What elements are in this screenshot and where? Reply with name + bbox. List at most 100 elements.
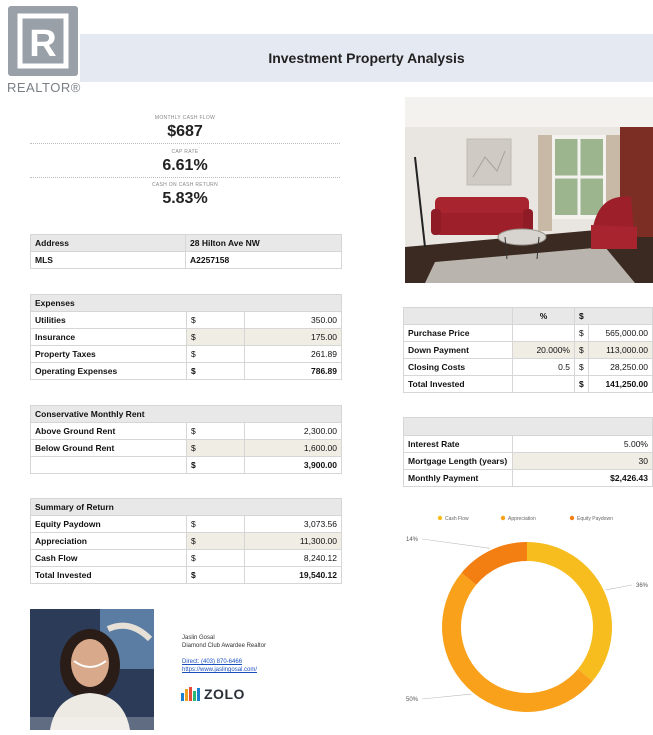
table-cell-label: Property Taxes xyxy=(30,345,187,363)
legend-marker xyxy=(437,515,443,521)
agent-website-link[interactable]: https://www.jaslingosal.com/ xyxy=(182,666,266,674)
table-cell-pct: 20.000% xyxy=(512,341,575,359)
table-cell-value: 786.89 xyxy=(244,362,342,380)
table-cell-label: Total Invested xyxy=(30,566,187,584)
table-cell-currency: $ xyxy=(186,345,245,363)
table-cell-value: 350.00 xyxy=(244,311,342,329)
table-cell-value: 28 Hilton Ave NW xyxy=(185,234,342,252)
table-cell-label: Purchase Price xyxy=(403,324,513,342)
table-cell-value: 30 xyxy=(512,452,653,470)
table-cell-value: 8,240.12 xyxy=(244,549,342,567)
table-cell-label: Cash Flow xyxy=(30,549,187,567)
divider xyxy=(30,143,340,144)
table-cell-label: Below Ground Rent xyxy=(30,439,187,457)
rent-table: Conservative Monthly Rent Above Ground R… xyxy=(30,405,342,474)
table-row: Insurance $ 175.00 xyxy=(30,328,342,346)
table-cell-pct xyxy=(512,375,575,393)
kpi-label: CAP RATE xyxy=(171,149,199,155)
table-cell-label: Monthly Payment xyxy=(403,469,513,487)
mortgage-table: Interest Rate 5.00% Mortgage Length (yea… xyxy=(403,417,653,487)
realtor-logo: R REALTOR® xyxy=(4,6,82,95)
table-cell-pct: 0.5 xyxy=(512,358,575,376)
table-row: Interest Rate 5.00% xyxy=(403,435,653,453)
table-cell-currency: $ xyxy=(186,311,245,329)
table-cell-value: 261.89 xyxy=(244,345,342,363)
divider xyxy=(30,177,340,178)
kpi-label: CASH ON CASH RETURN xyxy=(152,182,218,188)
table-cell-currency: $ xyxy=(574,358,589,376)
table-cell-currency: $ xyxy=(186,532,245,550)
kpi-value: 6.61% xyxy=(162,157,208,174)
kpi-cash-on-cash-return: CASH ON CASH RETURN 5.83% xyxy=(30,182,340,208)
table-header-dollar: $ xyxy=(574,307,653,325)
table-cell-currency: $ xyxy=(574,375,589,393)
page-title: Investment Property Analysis xyxy=(268,50,465,66)
agent-title: Diamond Club Awardee Realtor xyxy=(182,643,266,649)
table-row: Down Payment 20.000% $ 113,000.00 xyxy=(403,341,653,359)
leader-line xyxy=(605,584,633,591)
table-row: Above Ground Rent $ 2,300.00 xyxy=(30,422,342,440)
table-cell-currency: $ xyxy=(186,566,245,584)
svg-text:R: R xyxy=(29,23,56,65)
table-cell-label: Mortgage Length (years) xyxy=(403,452,513,470)
table-header: % $ xyxy=(403,307,653,325)
table-cell-value: 5.00% xyxy=(512,435,653,453)
table-cell-label xyxy=(30,456,187,474)
agent-name: Jaslin Gosal xyxy=(182,635,215,641)
agent-info: Jaslin Gosal Diamond Club Awardee Realto… xyxy=(182,634,266,674)
page-header: Investment Property Analysis xyxy=(80,34,653,82)
table-cell-pct xyxy=(512,324,575,342)
table-cell-label: Closing Costs xyxy=(403,358,513,376)
table-row: Mortgage Length (years) 30 xyxy=(403,452,653,470)
table-cell-label: Operating Expenses xyxy=(30,362,187,380)
property-photo xyxy=(405,97,653,283)
legend-marker xyxy=(500,515,506,521)
kpi-cap-rate: CAP RATE 6.61% xyxy=(30,149,340,175)
donut-slice-cash-flow xyxy=(527,542,612,682)
table-header xyxy=(403,417,653,436)
table-row: Property Taxes $ 261.89 xyxy=(30,345,342,363)
table-cell-label: Appreciation xyxy=(30,532,187,550)
table-cell-value: 1,600.00 xyxy=(244,439,342,457)
table-row: Equity Paydown $ 3,073.56 xyxy=(30,515,342,533)
agent-photo xyxy=(30,609,154,730)
table-cell-value: 3,073.56 xyxy=(244,515,342,533)
table-cell-value: A2257158 xyxy=(185,251,342,269)
expenses-table: Expenses Utilities $ 350.00 Insurance $ … xyxy=(30,294,342,380)
kpi-label: MONTHLY CASH FLOW xyxy=(154,115,216,121)
table-cell-value: 28,250.00 xyxy=(588,358,653,376)
table-row: Appreciation $ 11,300.00 xyxy=(30,532,342,550)
table-cell-value: 141,250.00 xyxy=(588,375,653,393)
table-row: Operating Expenses $ 786.89 xyxy=(30,362,342,380)
table-row: Monthly Payment $2,426.43 xyxy=(403,469,653,487)
table-title: Conservative Monthly Rent xyxy=(30,405,342,423)
realtor-wordmark: REALTOR® xyxy=(7,80,81,95)
kpi-value: $687 xyxy=(167,123,203,140)
table-cell-value: 175.00 xyxy=(244,328,342,346)
table-header: Expenses xyxy=(30,294,342,312)
table-title: Summary of Return xyxy=(30,498,342,516)
table-cell-currency: $ xyxy=(574,341,589,359)
table-cell-label: Above Ground Rent xyxy=(30,422,187,440)
table-header-pct: % xyxy=(512,307,575,325)
table-cell-empty xyxy=(403,417,653,436)
table-cell-currency: $ xyxy=(186,456,245,474)
table-row: Purchase Price $ 565,000.00 xyxy=(403,324,653,342)
table-cell-value: 19,540.12 xyxy=(244,566,342,584)
table-row: Total Invested $ 141,250.00 xyxy=(403,375,653,393)
table-cell-label: Interest Rate xyxy=(403,435,513,453)
table-cell-currency: $ xyxy=(186,362,245,380)
table-cell-label: Insurance xyxy=(30,328,187,346)
purchase-table: % $ Purchase Price $ 565,000.00 Down Pay… xyxy=(403,307,653,393)
table-header: Summary of Return xyxy=(30,498,342,516)
table-cell-label: MLS xyxy=(30,251,186,269)
table-cell-label: Address xyxy=(30,234,186,252)
agent-phone-link[interactable]: Direct: (403) 870-6466 xyxy=(182,658,266,666)
table-cell-currency: $ xyxy=(186,549,245,567)
kpi-monthly-cash-flow: MONTHLY CASH FLOW $687 xyxy=(30,115,340,141)
table-cell-value: 3,900.00 xyxy=(244,456,342,474)
table-cell-label: Total Invested xyxy=(403,375,513,393)
table-cell-value: 113,000.00 xyxy=(588,341,653,359)
table-cell-currency: $ xyxy=(186,422,245,440)
table-cell-label: Equity Paydown xyxy=(30,515,187,533)
